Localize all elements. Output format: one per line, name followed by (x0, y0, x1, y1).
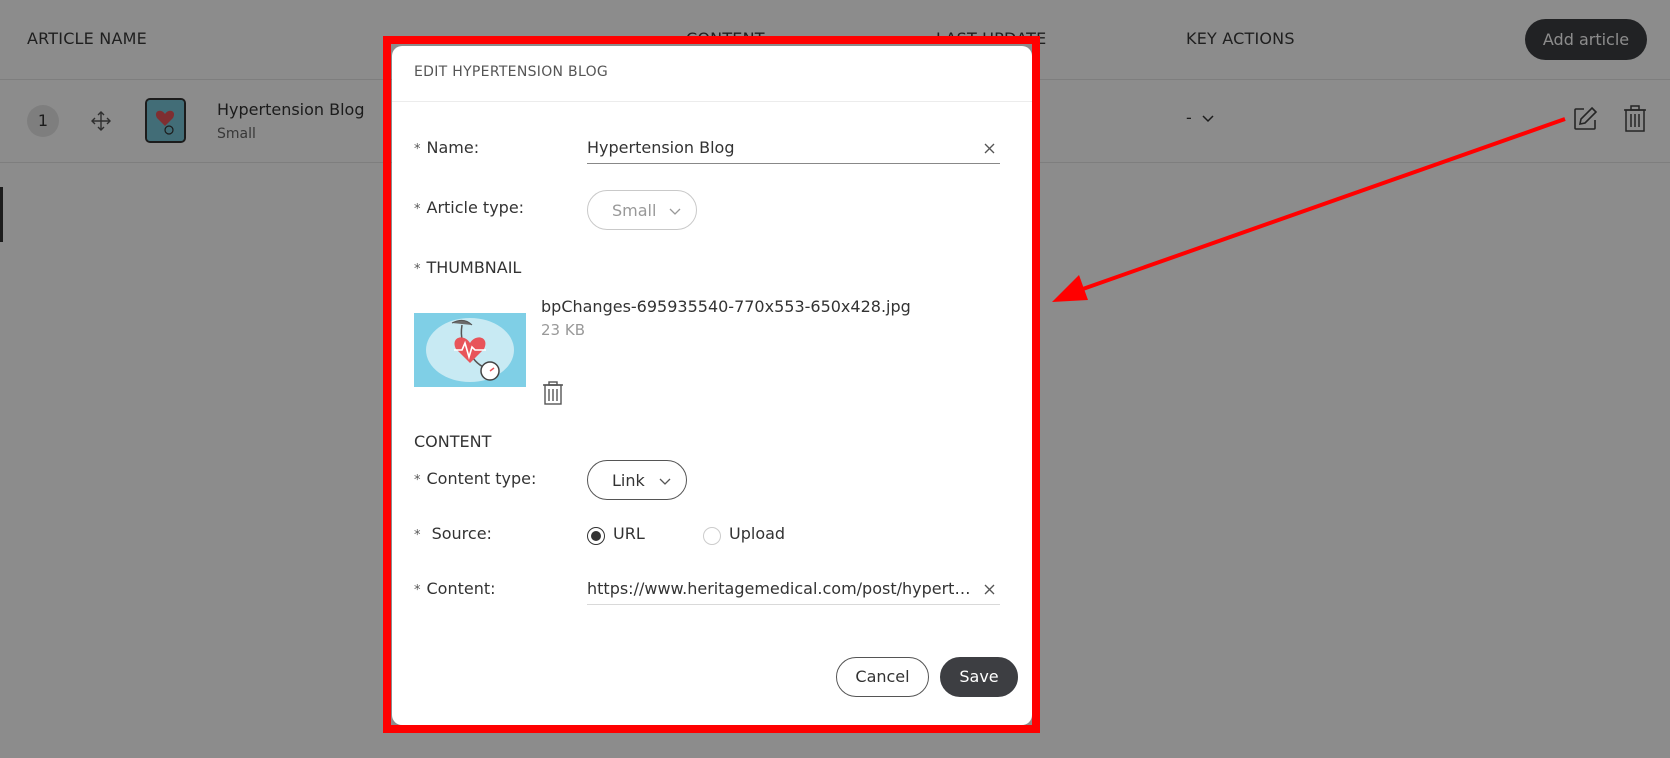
modal-header: EDIT HYPERTENSION BLOG (392, 46, 1032, 102)
close-icon[interactable] (983, 583, 996, 596)
chevron-down-icon (669, 208, 681, 215)
delete-thumbnail-icon[interactable] (542, 381, 564, 405)
thumbnail-label-text: THUMBNAIL (426, 258, 522, 277)
thumbnail-file-name: bpChanges-695935540-770x553-650x428.jpg (541, 297, 911, 316)
name-label-text: Name: (426, 138, 480, 157)
required-marker: * (414, 142, 421, 157)
article-type-label-text: Article type: (426, 198, 525, 217)
content-label: * Content: (414, 579, 496, 598)
name-label: * Name: (414, 138, 479, 157)
article-type-select[interactable]: Small (587, 190, 697, 230)
save-button[interactable]: Save (940, 657, 1018, 697)
source-option-url-label[interactable]: URL (613, 524, 645, 543)
source-label-text: Source: (431, 524, 492, 543)
content-url-input[interactable]: https://www.heritagemedical.com/post/hyp… (587, 575, 1000, 605)
required-marker: * (414, 202, 421, 217)
content-section-title: CONTENT (414, 432, 492, 451)
required-marker: * (414, 473, 421, 488)
source-radio-url[interactable] (587, 527, 605, 545)
close-icon[interactable] (983, 142, 996, 155)
source-label: * Source: (414, 524, 492, 543)
content-type-label-text: Content type: (426, 469, 537, 488)
edit-article-modal: EDIT HYPERTENSION BLOG * Name: Hypertensi… (392, 46, 1032, 725)
cancel-button[interactable]: Cancel (836, 657, 929, 697)
modal-title: EDIT HYPERTENSION BLOG (414, 64, 609, 80)
chevron-down-icon (659, 478, 671, 485)
thumbnail-preview-image (414, 313, 526, 387)
thumbnail-label: * THUMBNAIL (414, 258, 521, 277)
content-type-label: * Content type: (414, 469, 536, 488)
content-type-value: Link (612, 471, 645, 490)
required-marker: * (414, 528, 421, 543)
source-option-upload-label[interactable]: Upload (729, 524, 785, 543)
content-url-value[interactable]: https://www.heritagemedical.com/post/hyp… (587, 579, 972, 598)
required-marker: * (414, 262, 421, 277)
required-marker: * (414, 583, 421, 598)
content-type-select[interactable]: Link (587, 460, 687, 500)
name-input-value[interactable]: Hypertension Blog (587, 138, 972, 157)
name-input[interactable]: Hypertension Blog (587, 134, 1000, 164)
article-type-value: Small (612, 201, 657, 220)
content-label-text: Content: (426, 579, 496, 598)
article-type-label: * Article type: (414, 198, 524, 217)
thumbnail-file-size: 23 KB (541, 321, 585, 339)
source-radio-upload[interactable] (703, 527, 721, 545)
